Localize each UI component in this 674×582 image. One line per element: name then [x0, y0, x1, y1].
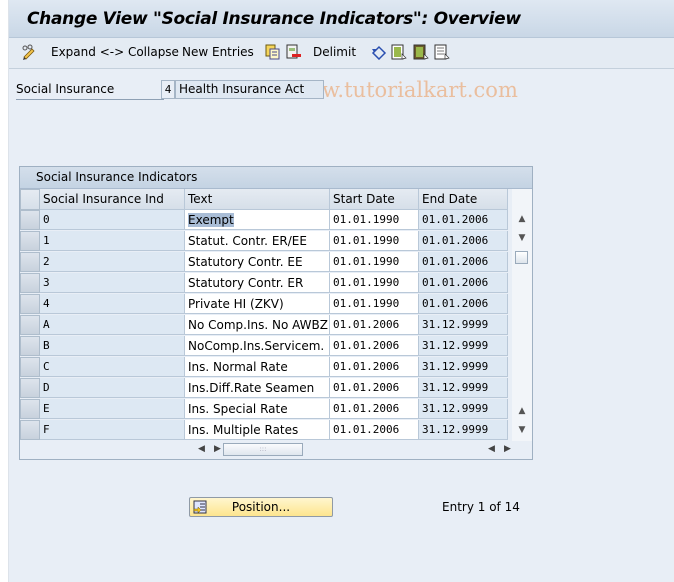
cell-ind: 2	[40, 252, 185, 272]
cell-end-date: 01.01.2006	[419, 210, 508, 230]
horizontal-scroll-thumb[interactable]: :::	[223, 443, 303, 456]
table-title: Social Insurance Indicators	[20, 167, 532, 189]
row-selector[interactable]	[20, 273, 40, 293]
select-all-rows-button[interactable]	[20, 189, 40, 210]
cell-text[interactable]: Ins. Multiple Rates	[185, 420, 330, 440]
cell-text[interactable]: NoComp.Ins.Servicem.	[185, 336, 330, 356]
cell-start-date[interactable]: 01.01.1990	[330, 231, 419, 251]
scroll-left-end-button[interactable]: ◀	[488, 444, 495, 454]
cell-ind: C	[40, 357, 185, 377]
cell-ind: 3	[40, 273, 185, 293]
cell-end-date: 31.12.9999	[419, 378, 508, 398]
copy-icon[interactable]	[264, 44, 280, 60]
delete-icon[interactable]	[285, 44, 301, 60]
cell-ind: 4	[40, 294, 185, 314]
row-selector[interactable]	[20, 210, 40, 230]
cell-text[interactable]: Ins.Diff.Rate Seamen	[185, 378, 330, 398]
delimit-button[interactable]: Delimit	[313, 45, 356, 59]
cell-ind: D	[40, 378, 185, 398]
row-selector[interactable]	[20, 399, 40, 419]
title-bar: Change View "Social Insurance Indicators…	[9, 0, 674, 38]
cell-end-date: 01.01.2006	[419, 273, 508, 293]
position-button-label: Position...	[231, 500, 291, 514]
expand-collapse-button[interactable]: Expand <-> Collapse	[51, 45, 179, 59]
row-selector[interactable]	[20, 294, 40, 314]
row-selector[interactable]	[20, 378, 40, 398]
cell-text[interactable]: Ins. Special Rate	[185, 399, 330, 419]
row-selector[interactable]	[20, 231, 40, 251]
column-header-ind[interactable]: Social Insurance Ind	[40, 189, 185, 210]
vertical-scroll-thumb[interactable]	[515, 251, 528, 264]
row-selector[interactable]	[20, 336, 40, 356]
cell-text[interactable]: Statut. Contr. ER/EE	[185, 231, 330, 251]
page-title: Change View "Social Insurance Indicators…	[27, 9, 521, 29]
cell-text[interactable]: Private HI (ZKV)	[185, 294, 330, 314]
cell-text[interactable]: Exempt	[185, 210, 330, 230]
cell-end-date: 01.01.2006	[419, 252, 508, 272]
undo-change-icon[interactable]	[371, 44, 387, 60]
new-entries-button[interactable]: New Entries	[182, 45, 254, 59]
column-header-start-date[interactable]: Start Date	[330, 189, 419, 210]
application-toolbar: Expand <-> Collapse New Entries Delimit	[9, 38, 674, 102]
row-selector[interactable]	[20, 252, 40, 272]
horizontal-scrollbar[interactable]: ◀ ▶ ::: ◀ ▶	[20, 441, 532, 459]
cell-ind: A	[40, 315, 185, 335]
row-selector[interactable]	[20, 357, 40, 377]
cell-start-date[interactable]: 01.01.2006	[330, 378, 419, 398]
cell-start-date[interactable]: 01.01.1990	[330, 273, 419, 293]
cell-end-date: 01.01.2006	[419, 294, 508, 314]
social-insurance-value: Health Insurance Act	[175, 80, 324, 99]
cell-start-date[interactable]: 01.01.1990	[330, 252, 419, 272]
scroll-down-button[interactable]: ▼	[516, 232, 528, 244]
cell-end-date: 31.12.9999	[419, 357, 508, 377]
table-control: Social Insurance Indicators Social Insur…	[19, 166, 533, 460]
scroll-up-button[interactable]: ▲	[516, 213, 528, 225]
cell-start-date[interactable]: 01.01.2006	[330, 399, 419, 419]
display-change-icon[interactable]	[21, 44, 37, 60]
cell-end-date: 31.12.9999	[419, 420, 508, 440]
main-frame: Change View "Social Insurance Indicators…	[8, 0, 674, 582]
social-insurance-key: 4	[161, 80, 175, 99]
column-header-end-date[interactable]: End Date	[419, 189, 508, 210]
cell-start-date[interactable]: 01.01.2006	[330, 315, 419, 335]
table-title-text: Social Insurance Indicators	[36, 170, 198, 184]
column-header-text[interactable]: Text	[185, 189, 330, 210]
cell-ind: 0	[40, 210, 185, 230]
scroll-right-button[interactable]: ▶	[214, 444, 221, 454]
row-selector[interactable]	[20, 315, 40, 335]
cell-text[interactable]: Statutory Contr. ER	[185, 273, 330, 293]
vertical-scrollbar[interactable]: ▲ ▼ ▲ ▼	[512, 189, 532, 441]
cell-ind: 1	[40, 231, 185, 251]
cell-start-date[interactable]: 01.01.2006	[330, 336, 419, 356]
select-all-icon[interactable]	[391, 44, 407, 60]
cell-end-date: 01.01.2006	[419, 231, 508, 251]
page-down-button[interactable]: ▼	[516, 424, 528, 436]
cell-ind: F	[40, 420, 185, 440]
row-selector[interactable]	[20, 420, 40, 440]
cell-text[interactable]: No Comp.Ins. No AWBZ	[185, 315, 330, 335]
page-up-button[interactable]: ▲	[516, 405, 528, 417]
cell-end-date: 31.12.9999	[419, 336, 508, 356]
social-insurance-label: Social Insurance	[16, 81, 164, 100]
entry-counter: Entry 1 of 14	[442, 500, 520, 514]
cell-start-date[interactable]: 01.01.2006	[330, 357, 419, 377]
scroll-right-end-button[interactable]: ▶	[504, 444, 511, 454]
position-button[interactable]: Position...	[189, 497, 333, 517]
cell-text[interactable]: Ins. Normal Rate	[185, 357, 330, 377]
deselect-all-icon[interactable]	[434, 44, 450, 60]
cell-end-date: 31.12.9999	[419, 399, 508, 419]
cell-start-date[interactable]: 01.01.1990	[330, 210, 419, 230]
select-block-icon[interactable]	[413, 44, 429, 60]
cell-start-date[interactable]: 01.01.2006	[330, 420, 419, 440]
cell-ind: E	[40, 399, 185, 419]
selected-text: Exempt	[188, 213, 234, 227]
cell-text[interactable]: Statutory Contr. EE	[185, 252, 330, 272]
cell-start-date[interactable]: 01.01.1990	[330, 294, 419, 314]
scroll-left-button[interactable]: ◀	[198, 444, 205, 454]
cell-end-date: 31.12.9999	[419, 315, 508, 335]
cell-ind: B	[40, 336, 185, 356]
